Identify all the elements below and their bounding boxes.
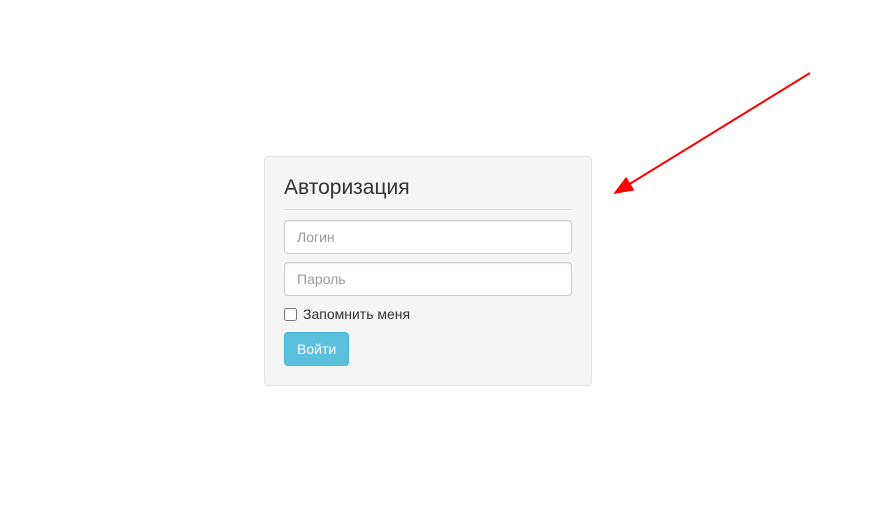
remember-checkbox[interactable] (284, 308, 297, 321)
login-button[interactable]: Войти (284, 332, 349, 366)
remember-row: Запомнить меня (284, 306, 572, 322)
panel-title: Авторизация (284, 176, 572, 210)
remember-label: Запомнить меня (303, 306, 410, 322)
password-input[interactable] (284, 262, 572, 296)
arrow-annotation-icon (605, 68, 825, 208)
password-group (284, 262, 572, 296)
username-group (284, 220, 572, 254)
login-panel: Авторизация Запомнить меня Войти (264, 156, 592, 386)
username-input[interactable] (284, 220, 572, 254)
